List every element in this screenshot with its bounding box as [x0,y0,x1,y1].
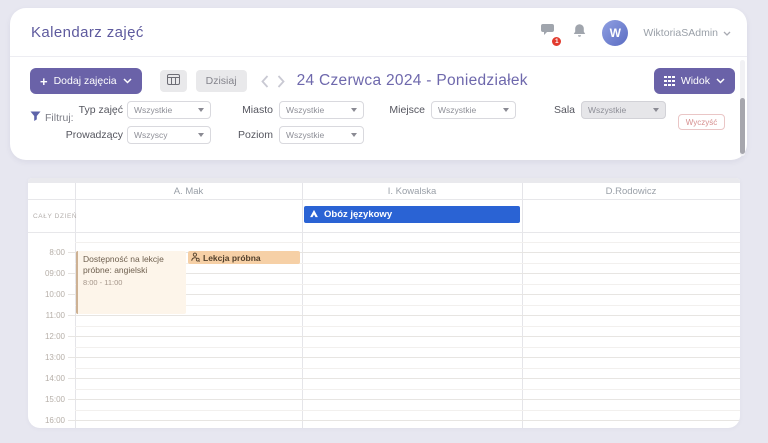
caret-down-icon [351,133,357,137]
column-header-i-kowalska: I. Kowalska [387,186,437,197]
time-label: 10:00 [44,290,65,299]
header-divider [10,56,747,57]
view-button[interactable]: Widok [654,68,735,94]
user-menu[interactable]: WiktoriaSAdmin [643,27,731,39]
hour-line [68,315,740,316]
time-label: 16:00 [44,416,65,425]
prowadzacy-select[interactable]: Wszyscy [127,126,211,144]
calendar-icon [166,74,180,88]
event-lekcja-probna[interactable]: Lekcja próbna [188,251,300,264]
chevron-down-icon [123,78,132,84]
calendar-day-view: A. Mak I. Kowalska D.Rodowicz CAŁY DZIEŃ… [28,178,740,428]
chat-button[interactable]: 1 [540,23,563,47]
hour-line [68,399,740,400]
add-lesson-button[interactable]: + Dodaj zajęcia [30,68,142,94]
half-hour-line [75,325,740,327]
all-day-label: CAŁY DZIEŃ [33,213,78,220]
time-label: 13:00 [44,353,65,362]
person-icon [191,252,200,264]
caret-down-icon [653,108,659,112]
half-hour-line [75,367,740,369]
scrollbar-thumb[interactable] [740,98,745,154]
miejsce-select[interactable]: Wszystkie [431,101,516,119]
time-label: 09:00 [44,269,65,278]
page: Kalendarz zajęć 1 W WiktoriaSAdmin + Dod… [0,0,768,443]
time-label: 15:00 [44,395,65,404]
user-name: WiktoriaSAdmin [643,27,718,39]
typ-zajec-select[interactable]: Wszystkie [127,101,211,119]
filter-label-poziom: Poziom [237,129,273,141]
column-header-a-mak: A. Mak [173,186,204,197]
avatar[interactable]: W [602,20,629,46]
time-grid[interactable]: 16:00 15:00 14:00 13:00 12:00 11:00 10:00 09:00… [28,233,740,428]
scrollbar-track[interactable] [740,60,745,156]
time-label: 8:00 [49,248,65,257]
prev-day-button[interactable] [257,71,273,91]
toolbar: + Dodaj zajęcia Dzisiaj 24 Czerwca 2024 … [30,62,735,100]
half-hour-line [75,388,740,390]
bell-icon [572,23,587,44]
header-border [28,199,740,200]
half-hour-line [75,346,740,348]
sala-select[interactable]: Wszystkie [581,101,666,119]
today-button[interactable]: Dzisiaj [195,70,247,92]
filter-label-prowadzacy: Prowadzący [65,129,123,141]
hour-line [68,336,740,337]
half-hour-line [75,409,740,411]
time-label: 11:00 [45,311,65,320]
hour-line [68,357,740,358]
filter-label-typ-zajec: Typ zajęć [78,104,123,116]
notifications-button[interactable] [572,23,587,44]
filter-label-miejsce: Miejsce [389,104,425,116]
header-card: Kalendarz zajęć 1 W WiktoriaSAdmin + Dod… [10,8,747,160]
clear-filters-button[interactable]: Wyczyść [678,114,725,130]
chevron-down-icon [723,27,731,39]
hour-line [68,378,740,379]
time-label: 14:00 [44,374,65,383]
caret-down-icon [198,133,204,137]
grid-view-icon [664,75,675,87]
mini-calendar-button[interactable] [159,70,187,92]
poziom-select[interactable]: Wszystkie [279,126,364,144]
chat-badge: 1 [551,36,563,47]
caret-down-icon [503,108,509,112]
page-title: Kalendarz zajęć [31,24,144,41]
plus-icon: + [40,73,48,89]
time-label: 12:00 [44,332,65,341]
date-title: 24 Czerwca 2024 - Poniedziałek [296,72,528,89]
half-hour-line [75,241,740,243]
filter-label-miasto: Miasto [242,104,273,116]
filter-label-sala: Sala [553,104,575,116]
event-availability[interactable]: Dostępność na lekcje próbne: angielski 8… [76,251,186,314]
funnel-icon [30,111,41,125]
next-day-button[interactable] [273,71,289,91]
event-time: 8:00 - 11:00 [83,278,123,288]
hour-line [68,420,740,421]
tent-icon [309,209,319,221]
event-title: Dostępność na lekcje próbne: angielski [83,254,164,276]
event-oboz-jezykowy[interactable]: Obóz językowy [304,206,520,223]
caret-down-icon [198,108,204,112]
column-header-d-rodowicz: D.Rodowicz [605,186,657,197]
chevron-down-icon [716,78,725,84]
header-actions: 1 W WiktoriaSAdmin [540,16,731,50]
